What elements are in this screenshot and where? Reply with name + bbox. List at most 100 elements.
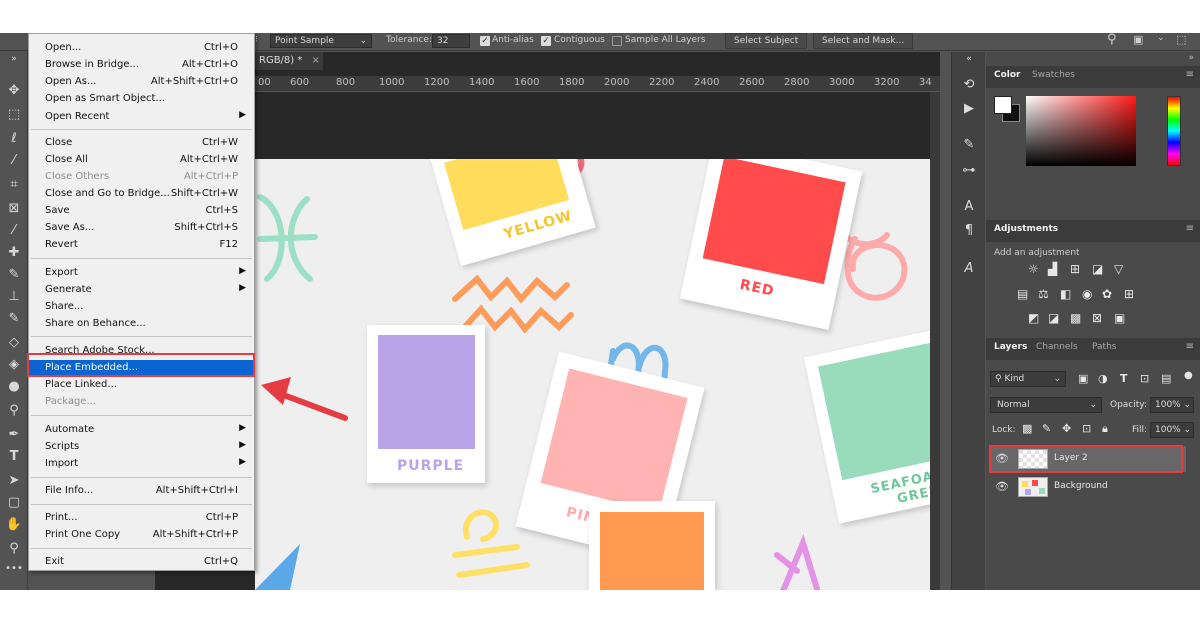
vertical-scrollbar[interactable] [930,92,940,590]
photo-filter-icon[interactable]: ◉ [1082,287,1092,301]
menu-item-export[interactable]: Export ▶ [29,265,254,281]
tab-color[interactable]: Color [994,70,1021,80]
vibrance-icon[interactable]: ▽ [1114,262,1123,276]
lock-artboard-icon[interactable]: ⊡ [1082,422,1091,435]
path-selection-icon[interactable]: ➤ [5,472,23,490]
visibility-eye-icon[interactable]: 👁︎ [995,480,1009,493]
panel-menu-icon[interactable]: ≡ [1186,223,1194,234]
menu-item-automate[interactable]: Automate ▶ [29,422,254,438]
menu-item-import[interactable]: Import ▶ [29,456,254,472]
posterize-icon[interactable]: ◪ [1048,311,1059,325]
foreground-color-swatch[interactable] [994,96,1012,114]
rectangle-tool-icon[interactable]: ▢ [5,494,23,512]
menu-item-revert[interactable]: Revert F12 [29,237,254,253]
lasso-tool-icon[interactable]: ℓ [5,130,23,148]
eyedropper-tool-icon[interactable]: ⁄ [5,222,23,240]
filter-adjustment-icon[interactable]: ◑ [1098,372,1108,385]
menu-item-save-as[interactable]: Save As... Shift+Ctrl+S [29,220,254,236]
gradient-map-icon[interactable]: ⊠ [1092,311,1102,325]
glyphs-icon[interactable]: A [960,260,978,278]
exposure-icon[interactable]: ◪ [1092,262,1103,276]
menu-item-share-on-behance[interactable]: Share on Behance... [29,316,254,332]
layer-row-background[interactable]: 👁︎ Background [990,474,1186,500]
lock-all-icon[interactable]: 🔒︎ [1102,422,1108,436]
magic-wand-tool-icon[interactable]: ⁄ [5,152,23,170]
sample-all-layers-checkbox[interactable] [612,36,622,46]
tab-channels[interactable]: Channels [1036,342,1078,352]
opacity-input[interactable]: 100% ⌄ [1150,397,1194,413]
menu-item-file-info[interactable]: File Info... Alt+Shift+Ctrl+I [29,483,254,499]
move-tool-icon[interactable]: ✥ [5,82,23,100]
hue-saturation-icon[interactable]: ▤ [1017,287,1028,301]
menu-item-print-one-copy[interactable]: Print One Copy Alt+Shift+Ctrl+P [29,527,254,543]
dodge-tool-icon[interactable]: ⚲ [5,402,23,420]
levels-icon[interactable]: ▟ [1048,262,1057,276]
blur-tool-icon[interactable]: ● [5,378,23,396]
menu-item-share[interactable]: Share... [29,299,254,315]
brush-tool-icon[interactable]: ✎ [5,266,23,284]
menu-item-place-linked[interactable]: Place Linked... [29,377,254,393]
filter-smart-object-icon[interactable]: ▤ [1161,372,1171,385]
pen-tool-icon[interactable]: ✒ [5,426,23,444]
menu-item-print[interactable]: Print... Ctrl+P [29,510,254,526]
collapse-icon[interactable]: » [1188,53,1194,63]
sample-size-select[interactable]: Point Sample ⌄ [270,34,372,48]
menu-item-open-recent[interactable]: Open Recent ▶ [29,109,254,125]
expand-icon[interactable]: » [5,50,23,68]
menu-item-browse-in-bridge[interactable]: Browse in Bridge... Alt+Ctrl+O [29,57,254,73]
invert-icon[interactable]: ◩ [1028,311,1039,325]
curves-icon[interactable]: ⊞ [1070,262,1080,276]
channel-mixer-icon[interactable]: ✿ [1102,287,1112,301]
color-balance-icon[interactable]: ⚖ [1038,287,1049,301]
character-icon[interactable]: A [960,198,978,216]
close-icon[interactable]: × [312,55,320,66]
black-white-icon[interactable]: ◧ [1060,287,1071,301]
menu-item-exit[interactable]: Exit Ctrl+Q [29,554,254,570]
clone-stamp-icon[interactable]: ⊥ [5,288,23,306]
color-lookup-icon[interactable]: ⊞ [1124,287,1134,301]
menu-item-close-and-go-to-bridge[interactable]: Close and Go to Bridge... Shift+Ctrl+W [29,186,254,202]
zoom-tool-icon[interactable]: ⚲ [5,540,23,558]
menu-item-scripts[interactable]: Scripts ▶ [29,439,254,455]
more-tools-icon[interactable]: ••• [5,560,23,578]
tab-layers[interactable]: Layers [994,342,1027,352]
panel-menu-icon[interactable]: ≡ [1186,341,1194,352]
menu-item-open-as-smart-object[interactable]: Open as Smart Object... [29,91,254,107]
type-tool-icon[interactable]: T [5,448,23,466]
eraser-tool-icon[interactable]: ◇ [5,334,23,352]
brightness-icon[interactable]: ☼ [1028,262,1039,276]
tolerance-input[interactable]: 32 [432,34,470,48]
blend-mode-select[interactable]: Normal ⌄ [990,397,1102,413]
tab-paths[interactable]: Paths [1092,342,1116,352]
history-brush-icon[interactable]: ✎ [5,310,23,328]
menu-item-close[interactable]: Close Ctrl+W [29,135,254,151]
hand-tool-icon[interactable]: ✋ [5,516,23,534]
hue-slider[interactable] [1167,96,1181,166]
layer-filter-select[interactable]: ⚲ Kind ⌄ [990,371,1066,387]
menu-item-close-all[interactable]: Close All Alt+Ctrl+W [29,152,254,168]
paint-bucket-icon[interactable]: ◈ [5,356,23,374]
frame-tool-icon[interactable]: ⊠ [5,200,23,218]
threshold-icon[interactable]: ▩ [1070,311,1081,325]
menu-item-open[interactable]: Open... Ctrl+O [29,40,254,56]
marquee-tool-icon[interactable]: ⬚ [5,106,23,124]
paragraph-icon[interactable]: ¶ [960,222,978,240]
share-icon[interactable]: ⬚ [1176,33,1186,46]
panel-menu-icon[interactable]: ≡ [1186,69,1194,80]
color-field[interactable] [1026,96,1136,166]
selective-color-icon[interactable]: ▣ [1114,311,1125,325]
menu-item-generate[interactable]: Generate ▶ [29,282,254,298]
tab-swatches[interactable]: Swatches [1032,70,1075,80]
document-tab[interactable]: RGB/8) * × [253,52,323,70]
select-and-mask-button[interactable]: Select and Mask... [813,33,914,49]
chevron-down-icon[interactable]: ⌄ [1157,33,1165,43]
menu-item-save[interactable]: Save Ctrl+S [29,203,254,219]
tab-adjustments[interactable]: Adjustments [994,224,1058,234]
filter-toggle-icon[interactable]: ● [1184,370,1193,381]
lock-pixels-icon[interactable]: ✎ [1042,422,1051,435]
workspace-icon[interactable]: ▣ [1133,33,1143,46]
contiguous-checkbox[interactable]: ✓ [541,36,551,46]
lock-position-icon[interactable]: ✥ [1062,422,1071,435]
anti-alias-checkbox[interactable]: ✓ [480,36,490,46]
crop-tool-icon[interactable]: ⌗ [5,176,23,194]
